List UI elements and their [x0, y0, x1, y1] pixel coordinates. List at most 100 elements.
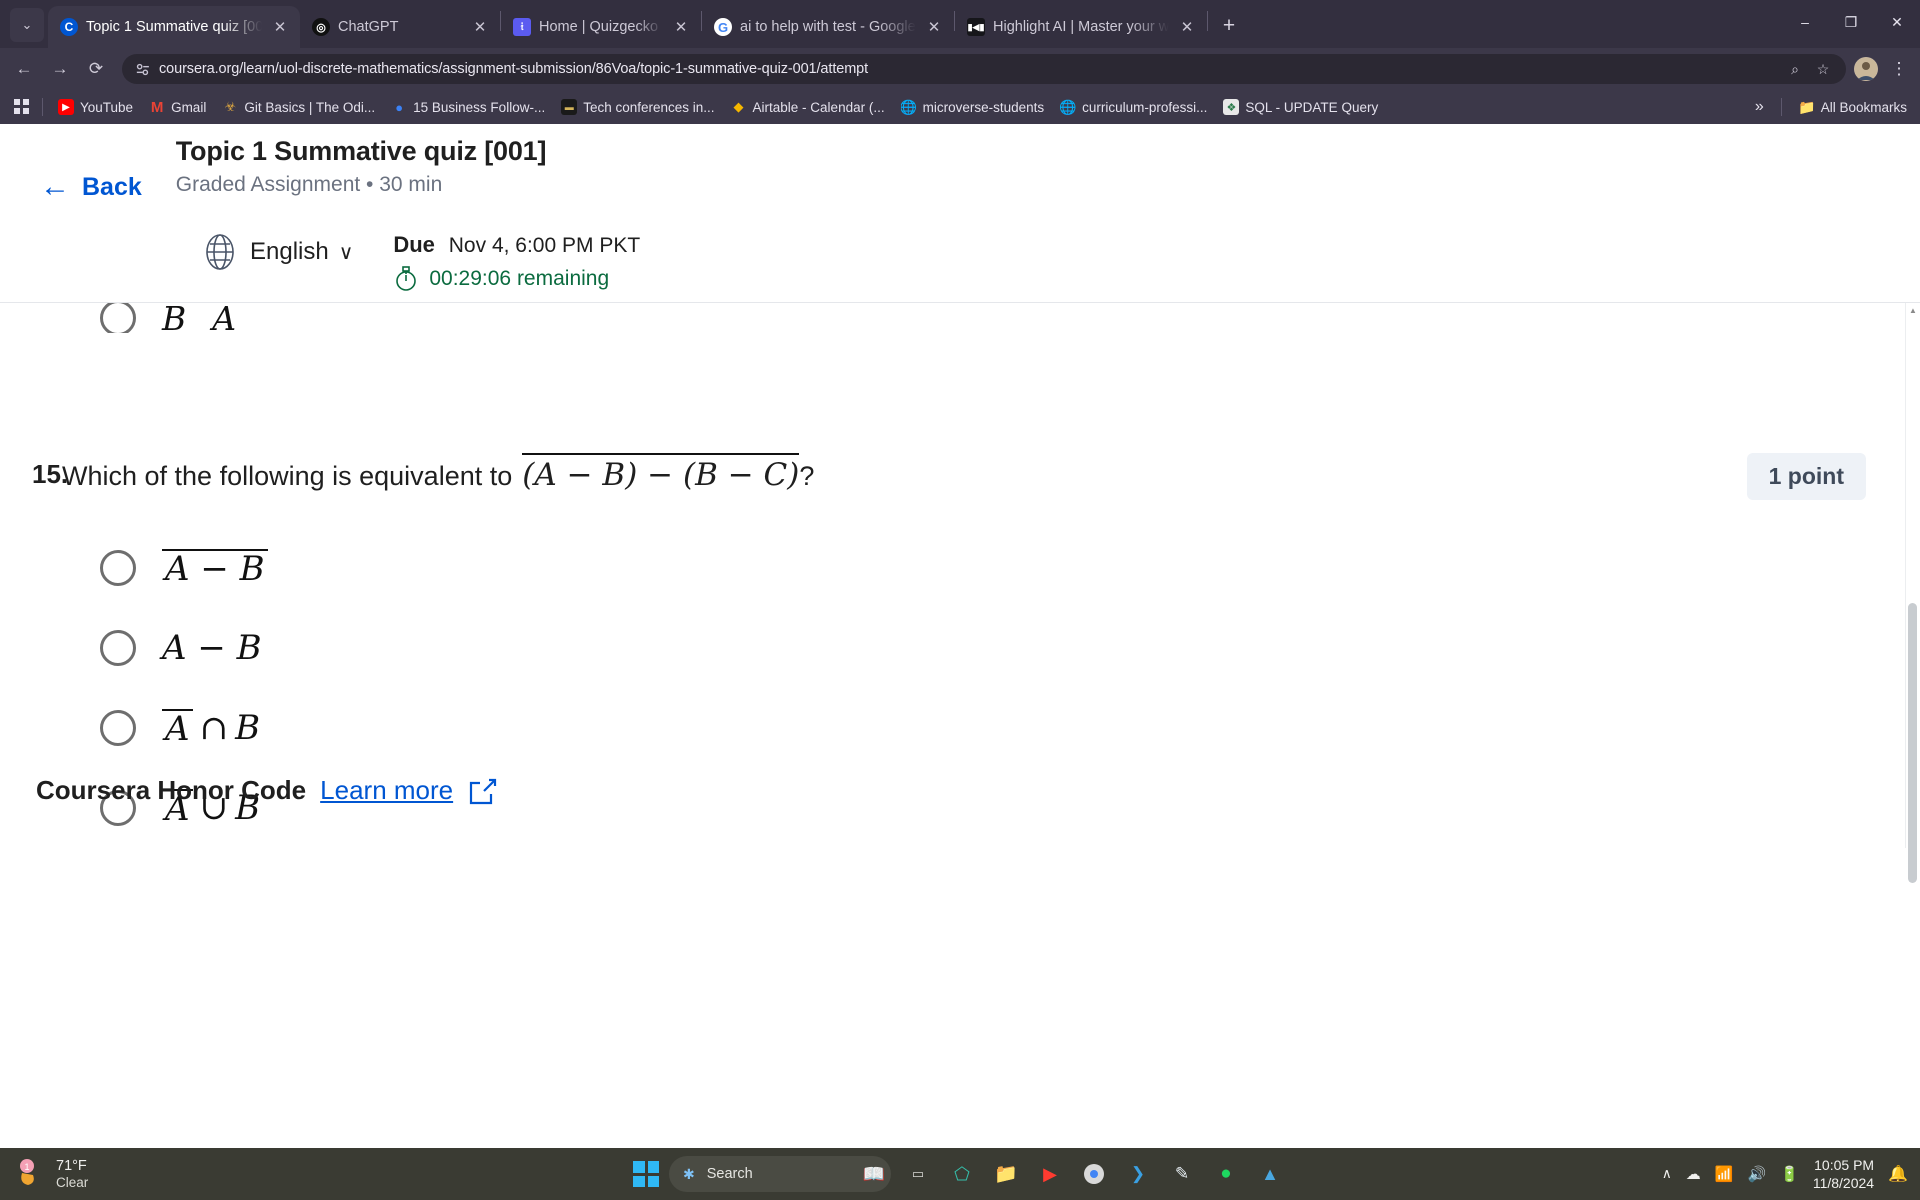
tab-title: ai to help with test - Google Sea — [740, 19, 916, 35]
option-3-operator: ∩ — [199, 708, 229, 748]
apps-grid-icon[interactable] — [10, 95, 34, 119]
bookmark-curriculum-professional[interactable]: 🌐 curriculum-professi... — [1053, 94, 1214, 120]
photos-icon[interactable]: ▲ — [1253, 1157, 1287, 1191]
bookmark-tech-conferences[interactable]: ▬ Tech conferences in... — [554, 94, 721, 120]
browser-menu-icon[interactable]: ⋮ — [1886, 54, 1912, 84]
bookmark-business-follow[interactable]: ● 15 Business Follow-... — [384, 94, 552, 120]
youtube-icon: ▶ — [58, 99, 74, 115]
battery-icon[interactable]: 🔋 — [1780, 1165, 1799, 1183]
quiz-header: ← Back Topic 1 Summative quiz [001] Grad… — [0, 124, 1920, 303]
partial-option-above[interactable]: B A — [0, 303, 1920, 333]
close-icon[interactable]: ✕ — [270, 17, 290, 37]
close-window-button[interactable]: ✕ — [1874, 0, 1920, 44]
honor-code-link[interactable]: Learn more — [320, 775, 453, 806]
grid-glyph — [14, 99, 29, 114]
bookmark-label: curriculum-professi... — [1082, 99, 1208, 115]
address-bar[interactable]: coursera.org/learn/uol-discrete-mathemat… — [122, 54, 1846, 84]
tab-search-button[interactable]: ⌄ — [10, 8, 44, 42]
chrome-icon[interactable] — [1077, 1157, 1111, 1191]
clock[interactable]: 10:05 PM 11/8/2024 — [1813, 1156, 1874, 1192]
all-bookmarks-button[interactable]: 📁 All Bookmarks — [1792, 94, 1914, 120]
bookmark-sql-update-query[interactable]: ❖ SQL - UPDATE Query — [1216, 94, 1385, 120]
due-info: Due Nov 4, 6:00 PM PKT 00:29:06 remainin… — [393, 232, 640, 292]
onedrive-icon[interactable]: ☁ — [1686, 1165, 1701, 1183]
globe-icon — [206, 234, 234, 270]
task-view-icon[interactable]: ▭ — [901, 1157, 935, 1191]
bookmark-label: microverse-students — [922, 99, 1045, 115]
tray-expand-icon[interactable]: ∧ — [1662, 1166, 1672, 1182]
back-button[interactable]: ← Back — [0, 136, 142, 202]
scroll-up-icon[interactable]: ▲ — [1906, 303, 1920, 318]
bookmark-gmail[interactable]: M Gmail — [142, 94, 213, 120]
tab-google-search[interactable]: G ai to help with test - Google Sea ✕ — [702, 6, 954, 48]
close-icon[interactable]: ✕ — [924, 17, 944, 37]
bookmark-label: YouTube — [80, 99, 134, 115]
external-link-icon[interactable] — [467, 776, 497, 806]
radio-button[interactable] — [100, 303, 136, 333]
bookmark-git-basics[interactable]: ☣ Git Basics | The Odi... — [215, 94, 382, 120]
quizgecko-icon: 𝔦 — [513, 18, 531, 36]
volume-icon[interactable]: 🔊 — [1747, 1165, 1766, 1183]
close-icon[interactable]: ✕ — [470, 17, 490, 37]
tab-title: Topic 1 Summative quiz [001] | C — [86, 19, 262, 35]
back-icon[interactable]: ← — [8, 53, 40, 85]
radio-button[interactable] — [100, 630, 136, 666]
explorer-icon[interactable]: 📁 — [989, 1157, 1023, 1191]
bookmark-microverse-students[interactable]: 🌐 microverse-students — [894, 94, 1052, 120]
vscode-icon[interactable]: ❯ — [1121, 1157, 1155, 1191]
option-3-first: A — [162, 708, 193, 748]
teams-icon[interactable]: ⬠ — [945, 1157, 979, 1191]
bookmark-star-icon[interactable]: ☆ — [1810, 56, 1836, 82]
tab-title: Home | Quizgecko — [539, 19, 659, 35]
wifi-icon[interactable]: 📶 — [1715, 1165, 1734, 1183]
site-settings-icon[interactable] — [134, 61, 151, 78]
scrollbar-thumb[interactable] — [1908, 603, 1917, 883]
page-content: ← Back Topic 1 Summative quiz [001] Grad… — [0, 124, 1920, 1148]
option-2[interactable]: A − B — [100, 608, 1920, 688]
folder-icon: 📁 — [1798, 99, 1815, 115]
time-remaining: 00:29:06 remaining — [429, 267, 610, 290]
question-suffix: ? — [799, 461, 815, 491]
radio-button[interactable] — [100, 550, 136, 586]
radio-button[interactable] — [100, 710, 136, 746]
maximize-button[interactable]: ❐ — [1828, 0, 1874, 44]
tab-highlight-ai[interactable]: ▮◀▮ Highlight AI | Master your world ✕ — [955, 6, 1207, 48]
browser-window: ⌄ C Topic 1 Summative quiz [001] | C ✕ ◎… — [0, 0, 1920, 1200]
weather-widget[interactable]: 1 71°F Clear — [0, 1157, 88, 1192]
forward-icon[interactable]: → — [44, 53, 76, 85]
bookmark-airtable[interactable]: ◆ Airtable - Calendar (... — [724, 94, 892, 120]
option-3[interactable]: A ∩ B — [100, 688, 1920, 768]
notes-icon[interactable]: ✎ — [1165, 1157, 1199, 1191]
question-prompt: Which of the following is equivalent to — [62, 461, 513, 491]
tab-chatgpt[interactable]: ◎ ChatGPT ✕ — [300, 6, 500, 48]
tab-coursera[interactable]: C Topic 1 Summative quiz [001] | C ✕ — [48, 6, 300, 48]
close-icon[interactable]: ✕ — [671, 17, 691, 37]
gmail-icon: M — [150, 99, 164, 115]
avatar[interactable] — [1854, 57, 1878, 81]
reload-icon[interactable]: ⟳ — [80, 53, 112, 85]
search-input[interactable]: ✱ Search 📖 — [669, 1156, 891, 1192]
honor-code: Coursera Honor Code Learn more — [36, 775, 497, 806]
new-tab-button[interactable]: + — [1214, 11, 1244, 41]
option-1[interactable]: A − B — [100, 528, 1920, 608]
tab-quizgecko[interactable]: 𝔦 Home | Quizgecko ✕ — [501, 6, 701, 48]
globe-icon: 🌐 — [1060, 99, 1077, 115]
close-icon[interactable]: ✕ — [1177, 17, 1197, 37]
minimize-button[interactable]: – — [1782, 0, 1828, 44]
quiz-header-main: Topic 1 Summative quiz [001] Graded Assi… — [142, 136, 547, 197]
taskbar-center: ✱ Search 📖 ▭ ⬠ 📁 ▶ ❯ ✎ ● ▲ — [633, 1156, 1287, 1192]
bookmarks-overflow-button[interactable]: » — [1748, 94, 1771, 120]
start-icon[interactable] — [633, 1161, 659, 1187]
spotify-icon[interactable]: ● — [1209, 1157, 1243, 1191]
language-selector[interactable]: English ∨ — [200, 232, 353, 272]
url-text: coursera.org/learn/uol-discrete-mathemat… — [159, 61, 869, 77]
bookmark-youtube[interactable]: ▶ YouTube — [51, 94, 140, 120]
page-scrollbar[interactable]: ▲ — [1905, 303, 1920, 883]
due-label: Due — [393, 232, 435, 257]
language-label: English — [250, 238, 329, 265]
zoom-icon[interactable]: ⌕ — [1782, 56, 1808, 82]
quiz-subtitle: Graded Assignment • 30 min — [175, 173, 443, 196]
doc-icon: ● — [395, 99, 404, 115]
bell-icon[interactable]: 🔔 — [1888, 1164, 1908, 1184]
youtube-icon[interactable]: ▶ — [1033, 1157, 1067, 1191]
